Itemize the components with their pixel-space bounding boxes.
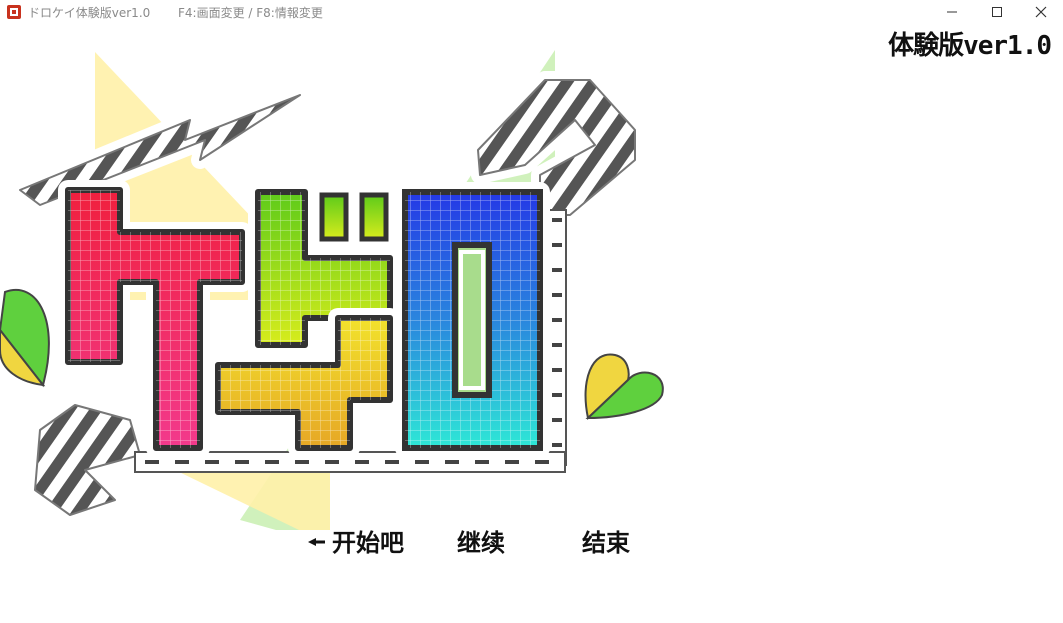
minimize-button[interactable]	[932, 0, 972, 24]
title-menu: 开始吧 继续 结束	[306, 520, 666, 560]
window-title: ドロケイ体験版ver1.0	[28, 6, 151, 20]
title-bar: ドロケイ体験版ver1.0 F4:画面変更 / F8:情報変更	[0, 0, 1063, 24]
version-label: 体験版ver1.0	[888, 31, 1052, 61]
heart-left-shape	[0, 283, 57, 395]
app-icon	[6, 4, 22, 20]
minimize-icon	[947, 11, 957, 13]
start-game-option[interactable]: 开始吧	[332, 523, 404, 558]
close-icon	[1035, 6, 1047, 18]
heart-right-shape	[576, 346, 671, 426]
maximize-button[interactable]	[977, 0, 1017, 24]
continue-option[interactable]: 继续	[457, 523, 505, 558]
pointer-arrow-icon	[306, 533, 326, 552]
close-button[interactable]	[1021, 0, 1061, 24]
window-hotkey-hint: F4:画面変更 / F8:情報変更	[178, 6, 323, 20]
maximize-icon	[992, 7, 1002, 17]
quit-option[interactable]: 结束	[582, 523, 630, 558]
striped-hook-bottom-shape	[26, 396, 149, 524]
dorokei-logo	[0, 50, 671, 530]
letter-ro-blue-shape	[395, 182, 550, 458]
